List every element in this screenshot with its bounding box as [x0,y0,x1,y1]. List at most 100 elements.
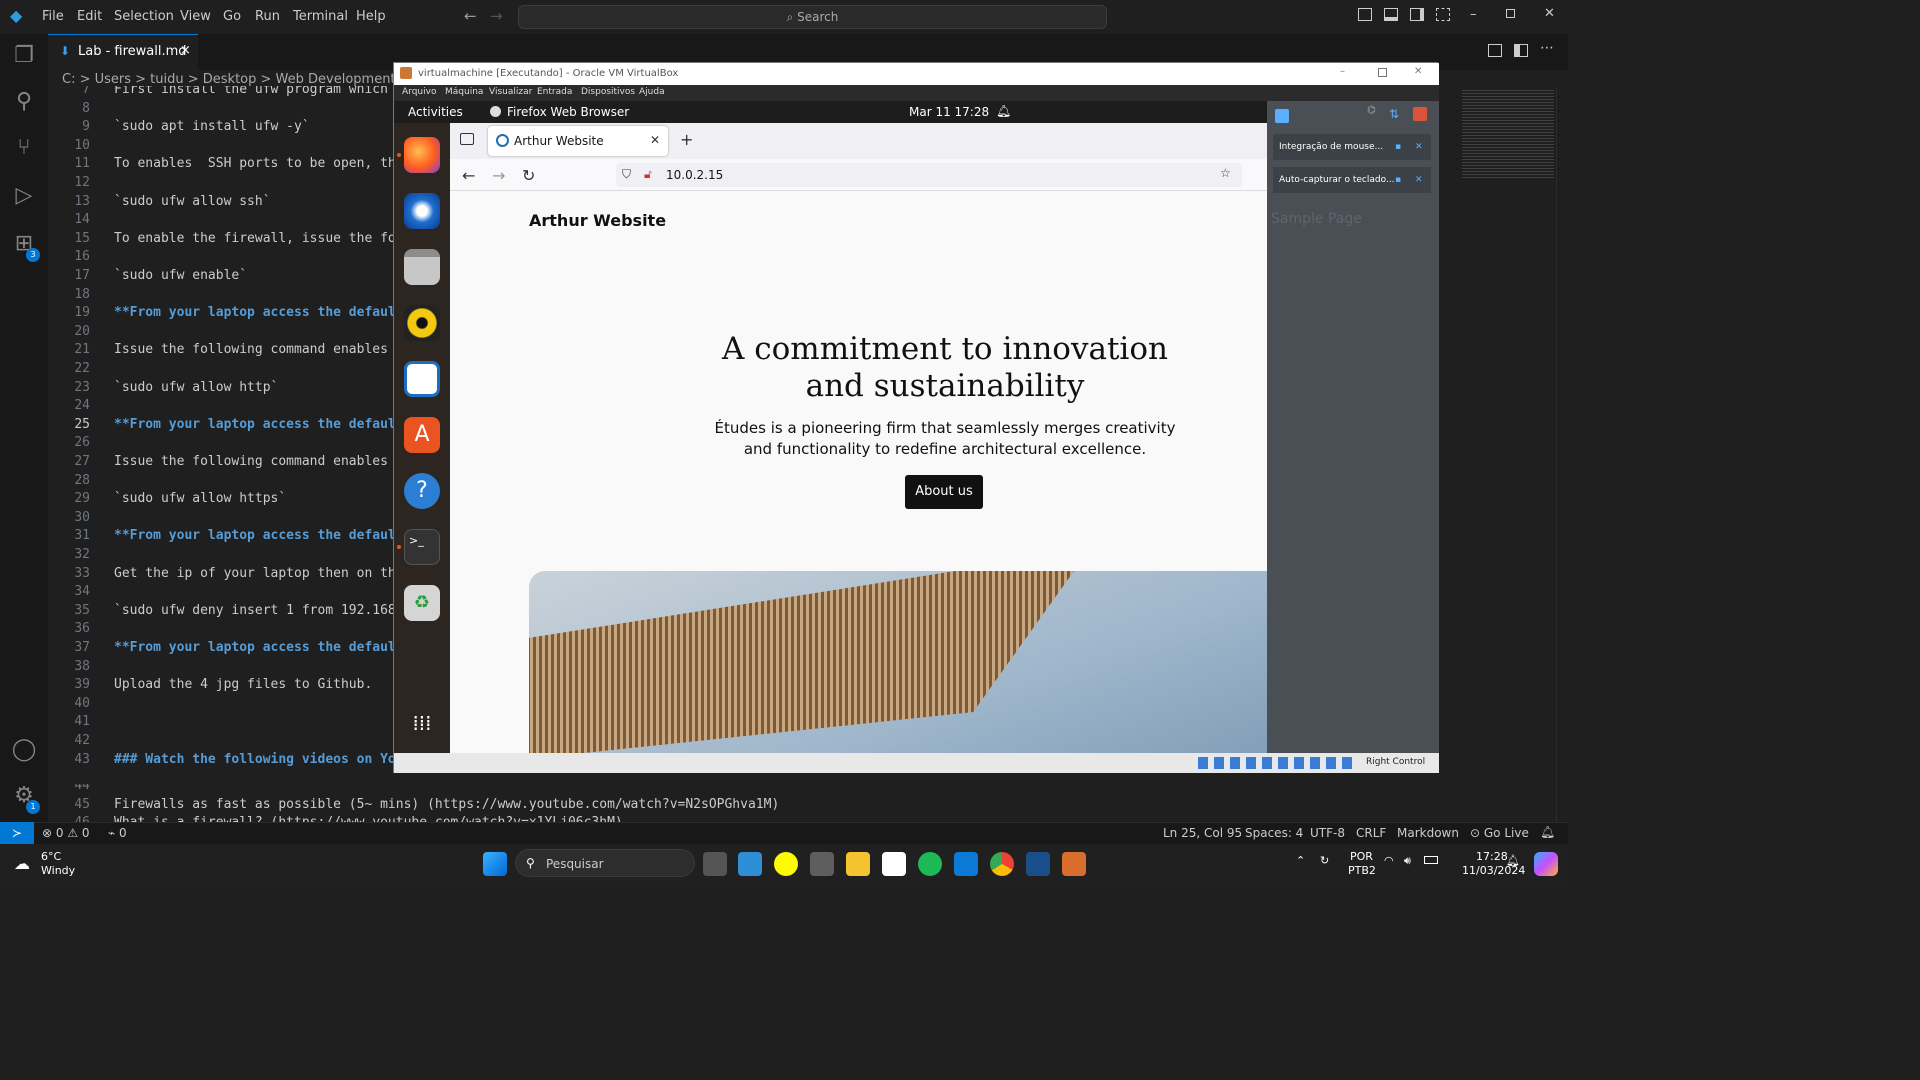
site-title[interactable]: Arthur Website [529,211,666,230]
file-explorer-icon[interactable] [846,852,870,876]
layout-secondary-sidebar-icon[interactable] [1410,8,1424,21]
sublime-taskbar-icon[interactable] [1062,852,1086,876]
vbox-menu-ajuda[interactable]: Ajuda [639,87,665,97]
explorer-icon[interactable]: ❐ [10,42,38,70]
code-line[interactable]: **From your laptop access the default [114,640,393,655]
copilot-icon[interactable] [1534,852,1558,876]
tab-close-icon[interactable]: × [180,43,191,58]
about-us-button[interactable]: About us [905,475,983,509]
notifications-bell-icon[interactable]: 🔔︎ [1540,825,1555,839]
battery-icon[interactable] [1424,856,1438,864]
vbox-menu-entrada[interactable]: Entrada [537,87,572,97]
menu-help[interactable]: Help [356,9,386,24]
terminal-icon[interactable]: >_ [404,529,440,565]
taskbar-time[interactable]: 17:28 [1476,850,1508,863]
command-search-input[interactable]: ⌕ Search [518,5,1107,29]
help-icon[interactable]: ? [404,473,440,509]
layout-panel-icon[interactable] [1384,8,1398,21]
code-line[interactable]: Issue the following command enables p [114,454,393,469]
forward-arrow-icon[interactable]: → [490,7,503,25]
panel-network-icon[interactable]: ⌬ [1367,105,1376,116]
panel-info-icon[interactable] [1275,109,1289,123]
back-arrow-icon[interactable]: ← [464,7,477,25]
start-windows-icon[interactable] [483,852,507,876]
code-line[interactable]: `sudo ufw allow http` [114,380,278,395]
minimize-icon[interactable]: – [1470,7,1477,22]
bookmark-star-icon[interactable]: ☆ [1220,166,1231,180]
language-mode[interactable]: Markdown [1397,826,1459,840]
dismiss-icon[interactable]: ✕ [1415,134,1423,160]
calculator-icon[interactable] [810,852,834,876]
scrollbar[interactable] [1556,88,1568,822]
vbox-minimize-icon[interactable]: – [1340,66,1345,77]
new-tab-icon[interactable]: + [680,130,693,149]
active-app-name[interactable]: Firefox Web Browser [507,105,629,119]
code-line[interactable]: `sudo ufw enable` [114,268,247,283]
firefox-tab-close-icon[interactable]: ✕ [650,133,660,147]
notification-mouse-integration[interactable]: Integração de mouse... ▪ ✕ [1273,134,1431,160]
code-line[interactable]: **From your laptop access the default [114,417,393,432]
code-line[interactable]: Firewalls as fast as possible (5~ mins) … [114,797,779,812]
vscode-taskbar-icon[interactable] [954,852,978,876]
dismiss-icon[interactable]: ✕ [1415,167,1423,193]
code-line[interactable]: To enables SSH ports to be open, tha [114,156,393,171]
more-actions-icon[interactable]: ⋯ [1540,40,1554,56]
menu-terminal[interactable]: Terminal [293,9,348,24]
code-line[interactable]: **From your laptop access the default [114,305,393,320]
clock[interactable]: Mar 11 17:28 [909,105,989,119]
restore-icon[interactable] [1506,9,1515,18]
notepad-icon[interactable] [738,852,762,876]
app-center-icon[interactable]: A [404,417,440,453]
open-preview-icon[interactable] [1488,44,1502,57]
ff-forward-icon[interactable]: → [492,166,505,185]
rhythmbox-icon[interactable] [404,305,440,341]
layout-sidebar-icon[interactable] [1358,8,1372,21]
snapchat-icon[interactable] [774,852,798,876]
help-bubble-icon[interactable]: ▪ [1395,134,1401,160]
firefox-tab-arthur-website[interactable]: Arthur Website ✕ [488,126,668,156]
weather-temp[interactable]: 6°C [41,850,61,863]
vbox-menu-arquivo[interactable]: Arquivo [402,87,436,97]
ff-back-icon[interactable]: ← [462,166,475,185]
remote-indicator-icon[interactable]: ≻ [0,822,34,844]
taskbar-search-box[interactable]: ⚲ Pesquisar [515,849,695,877]
firefox-icon[interactable] [404,137,440,173]
code-line[interactable]: What is a firewall? (https://www.youtube… [114,815,623,822]
volume-icon[interactable]: 🔊︎ [1404,854,1411,868]
go-live-button[interactable]: ⊙ Go Live [1470,826,1529,840]
notification-bell-icon[interactable]: 🔔︎ [996,104,1011,118]
menu-go[interactable]: Go [223,9,241,24]
show-apps-grid-icon[interactable]: ⁞⁞⁞ [404,705,440,741]
tab-firewall-md[interactable]: ⬇ Lab - firewall.md × [48,34,198,70]
source-control-icon[interactable]: ⑂ [10,134,38,162]
code-line[interactable]: First install the ufw program which u [114,86,393,97]
menu-edit[interactable]: Edit [77,9,102,24]
problems-indicator[interactable]: ⊗ 0 ⚠ 0 [42,826,90,840]
code-line[interactable]: Issue the following command enables p [114,342,393,357]
code-line[interactable]: Upload the 4 jpg files to Github. [114,677,372,692]
notification-center-icon[interactable]: 🔔︎ [1506,854,1520,867]
ports-indicator[interactable]: ⌁ 0 [108,826,127,840]
menu-selection[interactable]: Selection [114,9,174,24]
help-bubble-icon[interactable]: ▪ [1395,167,1401,193]
code-line[interactable]: **From your laptop access the default [114,528,393,543]
code-editor-bottom[interactable]: 44 45 Firewalls as fast as possible (5~ mi… [48,784,808,822]
code-line[interactable]: ### Watch the following videos on You [114,752,393,767]
url-bar[interactable]: ⛉ 🔓︎ 10.0.2.15 ☆ [616,163,1242,187]
menu-run[interactable]: Run [255,9,280,24]
activities-button[interactable]: Activities [408,105,463,119]
notion-icon[interactable] [882,852,906,876]
wifi-icon[interactable]: ◠ [1384,854,1394,867]
code-line[interactable]: `sudo ufw deny insert 1 from 192.168. [114,603,393,618]
search-icon[interactable]: ⚲ [10,88,38,116]
show-hidden-icons-chevron-icon[interactable]: ⌃ [1296,854,1305,867]
input-language[interactable]: POR [1350,850,1373,863]
menu-view[interactable]: View [180,9,211,24]
task-view-icon[interactable] [703,852,727,876]
cursor-position[interactable]: Ln 25, Col 95 [1163,826,1242,840]
encoding[interactable]: UTF-8 [1310,826,1345,840]
code-line[interactable]: `sudo apt install ufw -y` [114,119,310,134]
weather-desc[interactable]: Windy [41,864,75,877]
minimap[interactable] [1462,88,1554,178]
thunderbird-icon[interactable] [404,193,440,229]
